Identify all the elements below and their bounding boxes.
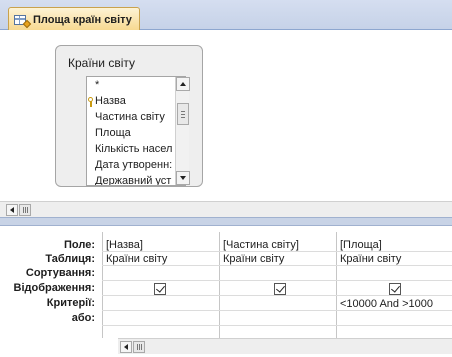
primary-key-icon (88, 97, 93, 107)
field-list[interactable]: * Назва Частина світу Площа Кількість на… (86, 76, 186, 186)
table-field-list[interactable]: Країни світу * Назва Частина світу Площа… (55, 45, 203, 187)
scroll-down-icon[interactable] (176, 171, 190, 185)
scroll-thumb[interactable] (133, 341, 145, 353)
scroll-left-icon[interactable] (120, 341, 132, 353)
query-tab-label: Площа країн світу (33, 13, 132, 26)
query-design-grid: Поле: Таблиця: Сортування: Відображення:… (0, 226, 452, 357)
field-item-all[interactable]: * (95, 79, 99, 91)
show-checkbox[interactable] (274, 283, 286, 295)
grid-row-headers: Поле: Таблиця: Сортування: Відображення:… (0, 226, 99, 357)
row-label-or: або: (71, 312, 95, 324)
query-design-icon (14, 14, 32, 28)
row-label-sort: Сортування: (25, 267, 95, 279)
table-pane: Країни світу * Назва Частина світу Площа… (0, 30, 452, 201)
show-checkbox[interactable] (154, 283, 166, 295)
scroll-left-icon[interactable] (6, 204, 18, 216)
query-tab[interactable]: Площа країн світу (8, 7, 140, 31)
field-item-founding-date[interactable]: Дата утворенн: (95, 159, 172, 171)
table-pane-hscrollbar[interactable] (0, 201, 452, 217)
grid-table-cell[interactable]: Країни світу (340, 253, 401, 265)
row-label-show: Відображення: (13, 282, 95, 294)
table-field-list-title: Країни світу (68, 56, 136, 70)
field-item-area[interactable]: Площа (95, 127, 131, 139)
grid-field-cell[interactable]: [Частина світу] (223, 239, 299, 251)
show-checkbox[interactable] (389, 283, 401, 295)
grid-criteria-cell[interactable]: <10000 And >1000 (340, 298, 433, 310)
field-list-scrollbar[interactable] (175, 77, 190, 185)
row-label-field: Поле: (64, 239, 95, 251)
row-label-table: Таблиця: (45, 253, 95, 265)
grid-table-cell[interactable]: Країни світу (223, 253, 284, 265)
field-item-name[interactable]: Назва (88, 95, 126, 107)
scroll-thumb[interactable] (177, 103, 189, 125)
grid-field-cell[interactable]: [Площа] (340, 239, 382, 251)
field-item-government[interactable]: Державний уст (95, 175, 171, 185)
row-label-criteria: Критерії: (46, 297, 95, 309)
document-tab-strip: Площа країн світу (0, 0, 452, 31)
grid-table-cell[interactable]: Країни світу (106, 253, 167, 265)
scroll-up-icon[interactable] (176, 77, 190, 91)
grid-field-cell[interactable]: [Назва] (106, 239, 143, 251)
field-item-label: Назва (95, 95, 126, 107)
grid-hscrollbar[interactable] (118, 338, 452, 354)
field-item-population[interactable]: Кількість насел (95, 143, 172, 155)
field-item-part-of-world[interactable]: Частина світу (95, 111, 165, 123)
scroll-thumb[interactable] (19, 204, 31, 216)
pane-splitter[interactable] (0, 217, 452, 226)
